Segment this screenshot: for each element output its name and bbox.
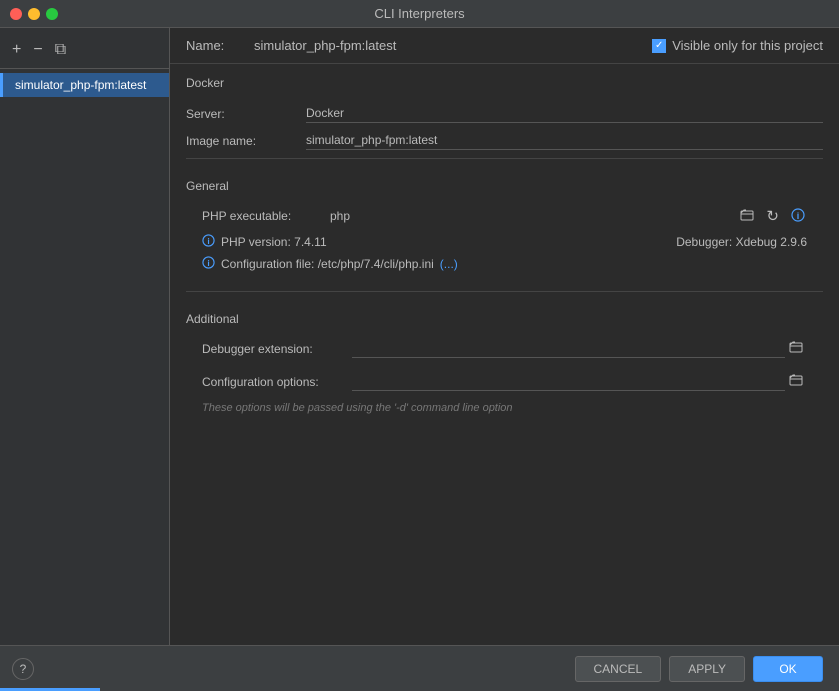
apply-button[interactable]: APPLY [669, 656, 745, 682]
sidebar: + − ⧉ simulator_php-fpm:latest [0, 28, 170, 645]
refresh-php-button[interactable]: ↻ [764, 205, 781, 227]
debugger-ext-input[interactable] [352, 339, 785, 358]
server-value: Docker [306, 104, 823, 123]
php-exec-label: PHP executable: [202, 209, 322, 223]
svg-text:i: i [207, 236, 209, 246]
config-file-link[interactable]: (...) [440, 257, 458, 271]
remove-interpreter-button[interactable]: − [29, 40, 46, 60]
title-bar: CLI Interpreters [0, 0, 839, 28]
debugger-ext-row: Debugger extension: [170, 334, 839, 363]
image-name-label: Image name: [186, 134, 306, 148]
config-options-row: Configuration options: [170, 367, 839, 396]
info-php-button[interactable]: i [789, 206, 807, 227]
sidebar-item-label: simulator_php-fpm:latest [15, 78, 146, 92]
copy-interpreter-button[interactable]: ⧉ [51, 40, 70, 60]
sidebar-item-interpreter[interactable]: simulator_php-fpm:latest [0, 73, 169, 97]
name-row: Name: simulator_php-fpm:latest ✓ Visible… [170, 28, 839, 64]
config-options-browse-button[interactable] [785, 371, 807, 392]
additional-section: Additional Debugger extension: Configura… [170, 300, 839, 424]
visible-checkbox[interactable]: ✓ Visible only for this project [652, 38, 823, 53]
docker-section: Docker Server: Docker Image name: simula… [170, 64, 839, 150]
config-options-input[interactable] [352, 372, 785, 391]
help-button[interactable]: ? [12, 658, 34, 680]
image-name-value: simulator_php-fpm:latest [306, 131, 823, 150]
config-file-row: i Configuration file: /etc/php/7.4/cli/p… [170, 253, 839, 275]
name-label: Name: [186, 38, 246, 53]
bottom-bar: ? CANCEL APPLY OK [0, 645, 839, 691]
sidebar-toolbar: + − ⧉ [0, 36, 169, 69]
debugger-text: Debugger: Xdebug 2.9.6 [676, 235, 807, 249]
config-info-icon: i [202, 256, 215, 272]
maximize-button[interactable] [46, 8, 58, 20]
checkmark-icon: ✓ [655, 40, 663, 51]
content-panel: Name: simulator_php-fpm:latest ✓ Visible… [170, 28, 839, 645]
php-version-row: i PHP version: 7.4.11 Debugger: Xdebug 2… [170, 231, 839, 253]
php-exec-row: PHP executable: php ↻ i [170, 201, 839, 231]
image-name-row: Image name: simulator_php-fpm:latest [170, 131, 839, 150]
ok-button[interactable]: OK [753, 656, 823, 682]
cancel-button[interactable]: CANCEL [575, 656, 662, 682]
checkbox-icon[interactable]: ✓ [652, 39, 666, 53]
name-value: simulator_php-fpm:latest [254, 38, 644, 53]
window-title: CLI Interpreters [374, 6, 464, 21]
docker-section-title: Docker [186, 76, 823, 90]
general-section-title: General [170, 175, 839, 201]
svg-text:i: i [797, 211, 800, 221]
config-options-label: Configuration options: [202, 375, 352, 389]
php-version-text: PHP version: 7.4.11 [221, 235, 327, 249]
debugger-ext-browse-button[interactable] [785, 338, 807, 359]
server-row: Server: Docker [170, 104, 839, 123]
additional-section-title: Additional [170, 308, 839, 334]
config-file-text: Configuration file: /etc/php/7.4/cli/php… [221, 257, 434, 271]
close-button[interactable] [10, 8, 22, 20]
add-interpreter-button[interactable]: + [8, 40, 25, 60]
version-info-icon: i [202, 234, 215, 250]
main-layout: + − ⧉ simulator_php-fpm:latest Name: sim… [0, 28, 839, 645]
browse-php-button[interactable] [738, 206, 756, 227]
traffic-lights [10, 8, 58, 20]
general-section: General PHP executable: php ↻ i [170, 167, 839, 283]
config-options-hint: These options will be passed using the '… [170, 400, 839, 416]
php-exec-value: php [330, 209, 730, 223]
server-label: Server: [186, 107, 306, 121]
minimize-button[interactable] [28, 8, 40, 20]
svg-text:i: i [207, 258, 209, 268]
visible-label: Visible only for this project [672, 38, 823, 53]
debugger-ext-label: Debugger extension: [202, 342, 352, 356]
